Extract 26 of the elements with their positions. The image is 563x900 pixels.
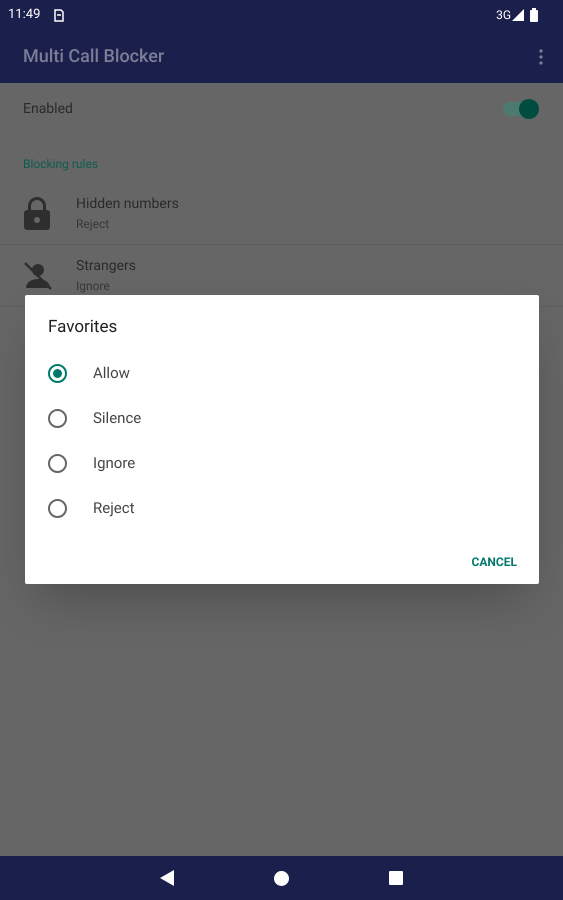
- signal-icon: [512, 9, 524, 21]
- enabled-switch[interactable]: [503, 102, 537, 116]
- home-icon[interactable]: [274, 870, 289, 886]
- more-menu-icon[interactable]: [539, 48, 543, 64]
- rule-title: Hidden numbers: [76, 195, 179, 214]
- option-label: Ignore: [93, 452, 136, 474]
- app-title: Multi Call Blocker: [23, 45, 166, 69]
- radio-button[interactable]: [48, 364, 67, 382]
- dialog-title: Favorites: [48, 316, 118, 339]
- section-header: Blocking rules: [23, 157, 98, 171]
- enabled-label: Enabled: [23, 100, 73, 118]
- rule-title: Strangers: [76, 257, 136, 276]
- option-label: Silence: [93, 408, 142, 429]
- option-label: Reject: [93, 498, 134, 519]
- network-type: 3G: [496, 7, 511, 24]
- lock-icon: [23, 196, 51, 230]
- cancel-button[interactable]: CANCEL: [472, 552, 517, 570]
- battery-icon: [530, 8, 538, 22]
- status-time: 11:49: [8, 6, 40, 24]
- radio-button[interactable]: [48, 498, 67, 518]
- option-label: Allow: [93, 362, 130, 384]
- person-off-icon: [23, 260, 53, 290]
- back-icon[interactable]: [160, 870, 174, 886]
- radio-button[interactable]: [48, 408, 67, 428]
- radio-button[interactable]: [48, 454, 67, 472]
- sim-icon: [54, 8, 64, 22]
